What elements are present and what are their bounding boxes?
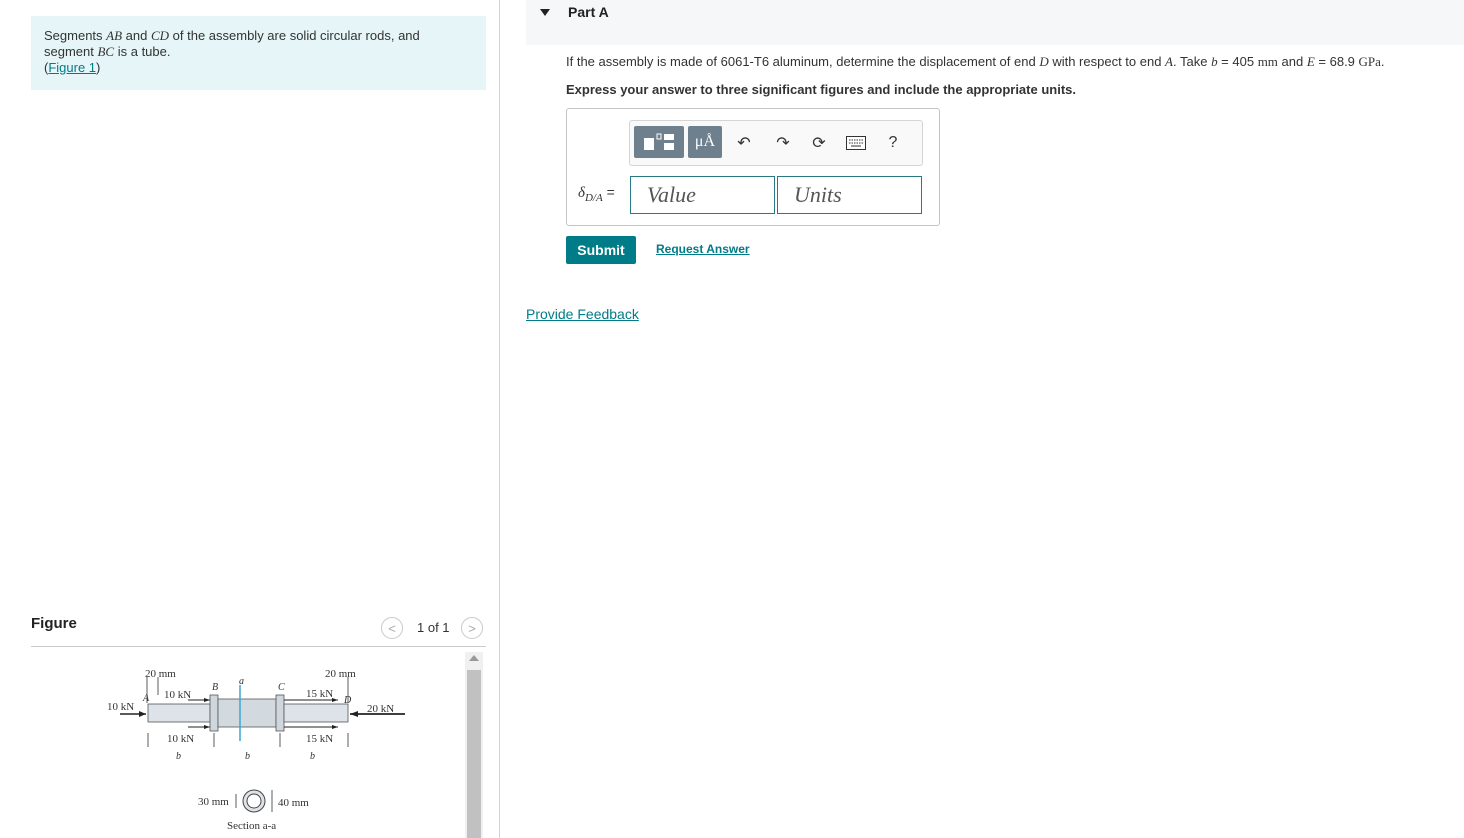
template-icon xyxy=(644,133,674,150)
reset-button[interactable]: ⟳ xyxy=(807,131,831,155)
figure-divider xyxy=(31,646,486,647)
point-c-label: C xyxy=(278,682,285,693)
keyboard-icon xyxy=(846,136,866,150)
template-button[interactable] xyxy=(634,126,684,158)
load-c-bottom-label: 15 kN xyxy=(306,733,333,745)
length-b-2: b xyxy=(245,751,250,762)
units-input[interactable]: Units xyxy=(777,176,922,214)
undo-button[interactable]: ↶ xyxy=(732,131,756,155)
length-b-3: b xyxy=(310,751,315,762)
point-d-label: D xyxy=(343,695,352,706)
part-title[interactable]: Part A xyxy=(568,4,609,20)
question-text: If the assembly is made of 6061-T6 alumi… xyxy=(566,54,1385,69)
chevron-right-icon: > xyxy=(468,620,476,636)
load-c-top-label: 15 kN xyxy=(306,688,333,700)
inner-diameter-label: 30 mm xyxy=(198,796,229,808)
keyboard-button[interactable] xyxy=(844,131,868,155)
point-b-label: B xyxy=(212,682,218,693)
redo-icon: ↷ xyxy=(776,135,790,152)
submit-button[interactable]: Submit xyxy=(566,236,636,264)
outer-diameter-label: 40 mm xyxy=(278,797,309,809)
load-b-top-label: 10 kN xyxy=(164,689,191,701)
prev-figure-button[interactable]: < xyxy=(381,617,403,639)
scroll-up-icon[interactable] xyxy=(469,655,479,661)
chevron-left-icon: < xyxy=(388,620,396,636)
figure-link[interactable]: Figure 1 xyxy=(48,60,96,75)
dim-right-label: 20 mm xyxy=(325,668,356,680)
caret-down-icon[interactable] xyxy=(540,9,550,16)
section-a-label: a xyxy=(239,676,244,687)
section-caption: Section a-a xyxy=(227,820,276,832)
value-input[interactable]: Value xyxy=(630,176,775,214)
load-b-bottom-label: 10 kN xyxy=(167,733,194,745)
help-button[interactable]: ? xyxy=(881,131,905,155)
units-symbol-button[interactable]: μÅ xyxy=(688,126,722,158)
load-a-label: 10 kN xyxy=(107,701,134,713)
figure-scroll-thumb[interactable] xyxy=(467,670,481,838)
load-d-label: 20 kN xyxy=(367,703,394,715)
provide-feedback-link[interactable]: Provide Feedback xyxy=(526,306,639,322)
point-a-label: A xyxy=(142,693,150,704)
assembly-figure: 20 mm 20 mm 10 kN 20 kN 10 kN 10 kN 15 k… xyxy=(107,668,405,832)
answer-symbol: δD/A = xyxy=(578,184,615,204)
redo-button[interactable]: ↷ xyxy=(771,131,795,155)
request-answer-link[interactable]: Request Answer xyxy=(656,242,750,256)
dim-left-label: 20 mm xyxy=(145,668,176,680)
instruction-text: Express your answer to three significant… xyxy=(566,82,1076,97)
figure-pager: 1 of 1 xyxy=(417,620,450,635)
undo-icon: ↶ xyxy=(737,135,751,152)
figure-title: Figure xyxy=(31,615,77,632)
problem-statement: Segments AB and CD of the assembly are s… xyxy=(31,16,486,90)
next-figure-button[interactable]: > xyxy=(461,617,483,639)
part-header[interactable] xyxy=(526,0,1464,45)
panel-divider xyxy=(499,0,500,838)
reset-icon: ⟳ xyxy=(812,135,826,152)
length-b-1: b xyxy=(176,751,181,762)
